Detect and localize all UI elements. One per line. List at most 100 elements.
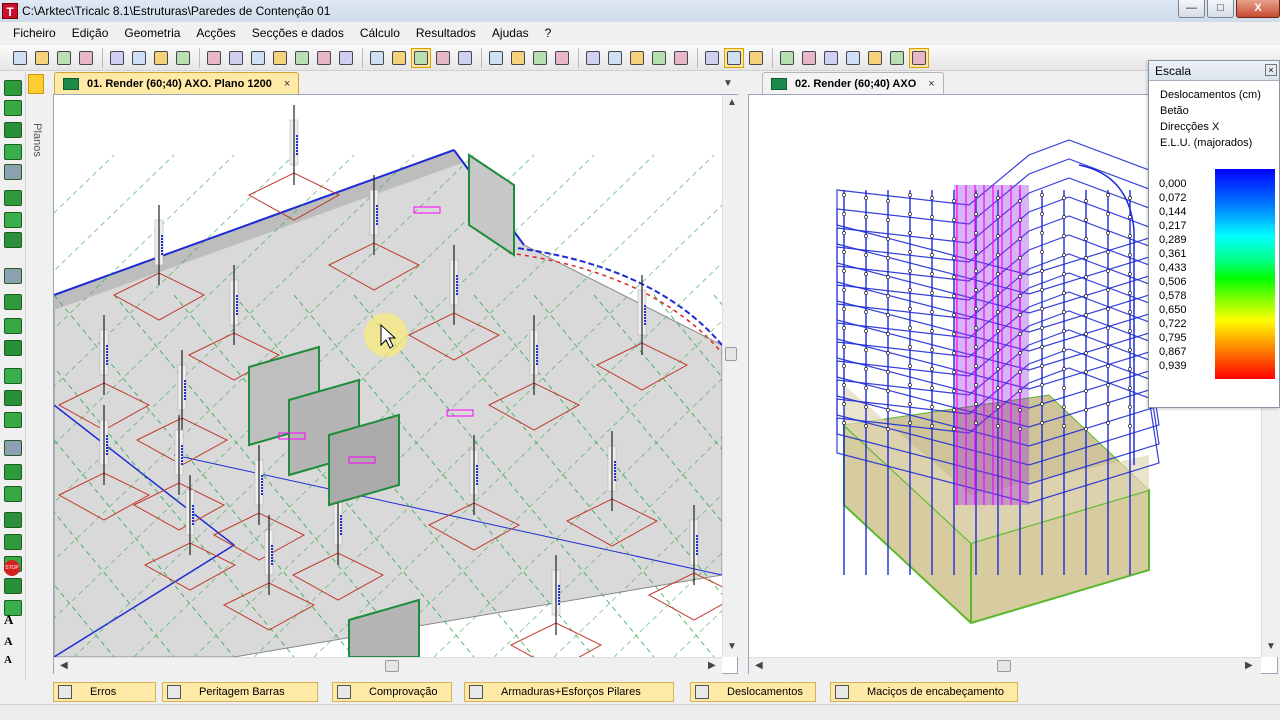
tab-deslocamentos[interactable]: Deslocamentos (690, 682, 816, 702)
scroll-thumb[interactable] (997, 660, 1011, 672)
dxf-3d-icon[interactable] (777, 48, 797, 68)
zoom-prev-icon[interactable] (270, 48, 290, 68)
beam-icon[interactable] (486, 48, 506, 68)
maximize-button[interactable]: □ (1207, 0, 1234, 18)
scroll-right-arrow[interactable]: ▶ (1245, 660, 1253, 671)
render-icon[interactable] (107, 48, 127, 68)
menu-resultados[interactable]: Resultados (408, 22, 484, 44)
refresh-icon[interactable] (702, 48, 722, 68)
select-icon[interactable] (367, 48, 387, 68)
tab-macicos-encabecamento[interactable]: Maciços de encabeçamento (830, 682, 1018, 702)
zoom-in-icon[interactable] (204, 48, 224, 68)
import-icon[interactable] (32, 48, 52, 68)
zoom-window-icon[interactable] (248, 48, 268, 68)
dwg-icon[interactable] (799, 48, 819, 68)
tab-armaduras-esforcos[interactable]: Armaduras+Esforços Pilares (464, 682, 674, 702)
left-tool-13-icon[interactable] (4, 368, 22, 384)
left-tool-12-icon[interactable] (4, 340, 22, 356)
tab-close-icon[interactable]: × (284, 78, 290, 90)
legend-close-icon[interactable]: × (1265, 64, 1277, 76)
left-tool-19-icon[interactable] (4, 512, 22, 528)
zoom-out-icon[interactable] (226, 48, 246, 68)
left-tool-18-icon[interactable] (4, 486, 22, 502)
left-viewport[interactable]: ▲ ▼ ◀ ▶ (0, 94, 1280, 674)
tab-erros[interactable]: Erros (53, 682, 156, 702)
left-tool-14-icon[interactable] (4, 390, 22, 406)
toggle-b-icon[interactable] (746, 48, 766, 68)
left-tool-11-icon[interactable] (4, 318, 22, 334)
menu-geometria[interactable]: Geometria (116, 22, 188, 44)
column-icon[interactable] (508, 48, 528, 68)
plan-render-view[interactable] (0, 95, 1280, 671)
stairs-icon[interactable] (605, 48, 625, 68)
flag-icon[interactable] (76, 48, 96, 68)
pointer-icon[interactable] (455, 48, 475, 68)
text-size-3-icon[interactable]: A (4, 654, 22, 670)
left-tool-5-icon[interactable] (4, 164, 22, 180)
menu-seccoes-e-dados[interactable]: Secções e dados (244, 22, 352, 44)
planos-label[interactable]: Planos (31, 123, 43, 157)
dwg2-icon[interactable] (821, 48, 841, 68)
pane-menu-arrow[interactable]: ▼ (723, 78, 733, 89)
scroll-thumb[interactable] (725, 347, 737, 361)
left-tool-16-icon[interactable] (4, 440, 22, 456)
left-tool-15-icon[interactable] (4, 412, 22, 428)
report-icon[interactable] (909, 47, 929, 68)
menu-calculo[interactable]: Cálculo (352, 22, 408, 44)
stop-icon[interactable]: STOP (4, 560, 20, 576)
left-tool-22-icon[interactable] (4, 578, 22, 594)
left-tool-17-icon[interactable] (4, 464, 22, 480)
zoom-all-icon[interactable] (292, 48, 312, 68)
tab-close-icon[interactable]: × (928, 78, 934, 90)
slab-icon[interactable] (530, 48, 550, 68)
left-tool-2-icon[interactable] (4, 100, 22, 116)
menu-accoes[interactable]: Acções (188, 22, 243, 44)
left-tool-9-icon[interactable] (4, 268, 22, 284)
left-tool-10-icon[interactable] (4, 294, 22, 310)
left-tool-3-icon[interactable] (4, 122, 22, 138)
section-icon[interactable] (649, 48, 669, 68)
text-size-1-icon[interactable]: A (4, 612, 22, 628)
tab-render-plano-1200[interactable]: 01. Render (60;40) AXO. Plano 1200 × (54, 72, 300, 94)
text-size-2-icon[interactable]: A (4, 634, 22, 650)
mesh-icon[interactable] (627, 48, 647, 68)
grid-icon[interactable] (151, 48, 171, 68)
right-horizontal-scrollbar[interactable]: ◀ ▶ (749, 657, 1261, 674)
scroll-left-arrow[interactable]: ◀ (60, 660, 68, 671)
scroll-left-arrow[interactable]: ◀ (755, 660, 763, 671)
lines-icon[interactable] (671, 48, 691, 68)
menu-ficheiro[interactable]: Ficheiro (5, 22, 64, 44)
left-tool-20-icon[interactable] (4, 534, 22, 550)
scroll-thumb[interactable] (385, 660, 399, 672)
planos-tab-icon[interactable] (28, 74, 44, 94)
left-tool-1-icon[interactable] (4, 80, 22, 96)
scroll-down-arrow[interactable]: ▼ (1266, 641, 1276, 652)
save-icon[interactable] (10, 48, 30, 68)
close-button[interactable]: X (1236, 0, 1280, 18)
tab-peritagem-barras[interactable]: Peritagem Barras (162, 682, 318, 702)
zoom-fit-icon[interactable] (314, 48, 334, 68)
rotate-icon[interactable] (433, 48, 453, 68)
scroll-right-arrow[interactable]: ▶ (708, 660, 716, 671)
toggle-a-icon[interactable] (724, 47, 744, 68)
dwg4-icon[interactable] (865, 48, 885, 68)
menu-help[interactable]: ? (537, 22, 560, 44)
app-icon[interactable]: T (2, 3, 18, 19)
tab-render-axo[interactable]: 02. Render (60;40) AXO × (762, 72, 944, 94)
wall-icon[interactable] (552, 48, 572, 68)
menu-ajudas[interactable]: Ajudas (484, 22, 537, 44)
left-tool-8-icon[interactable] (4, 232, 22, 248)
left-tool-4-icon[interactable] (4, 144, 22, 160)
pencil-icon[interactable] (583, 48, 603, 68)
left-vertical-scrollbar[interactable]: ▲ ▼ (722, 95, 739, 657)
cube-icon[interactable] (336, 48, 356, 68)
bmp-icon[interactable] (887, 48, 907, 68)
tab-comprovacao[interactable]: Comprovação (332, 682, 452, 702)
left-tool-7-icon[interactable] (4, 212, 22, 228)
move-icon[interactable] (389, 48, 409, 68)
export-icon[interactable] (54, 48, 74, 68)
scroll-up-arrow[interactable]: ▲ (727, 97, 737, 108)
left-horizontal-scrollbar[interactable]: ◀ ▶ (54, 657, 722, 674)
layers-icon[interactable] (173, 48, 193, 68)
dwg3-icon[interactable] (843, 48, 863, 68)
